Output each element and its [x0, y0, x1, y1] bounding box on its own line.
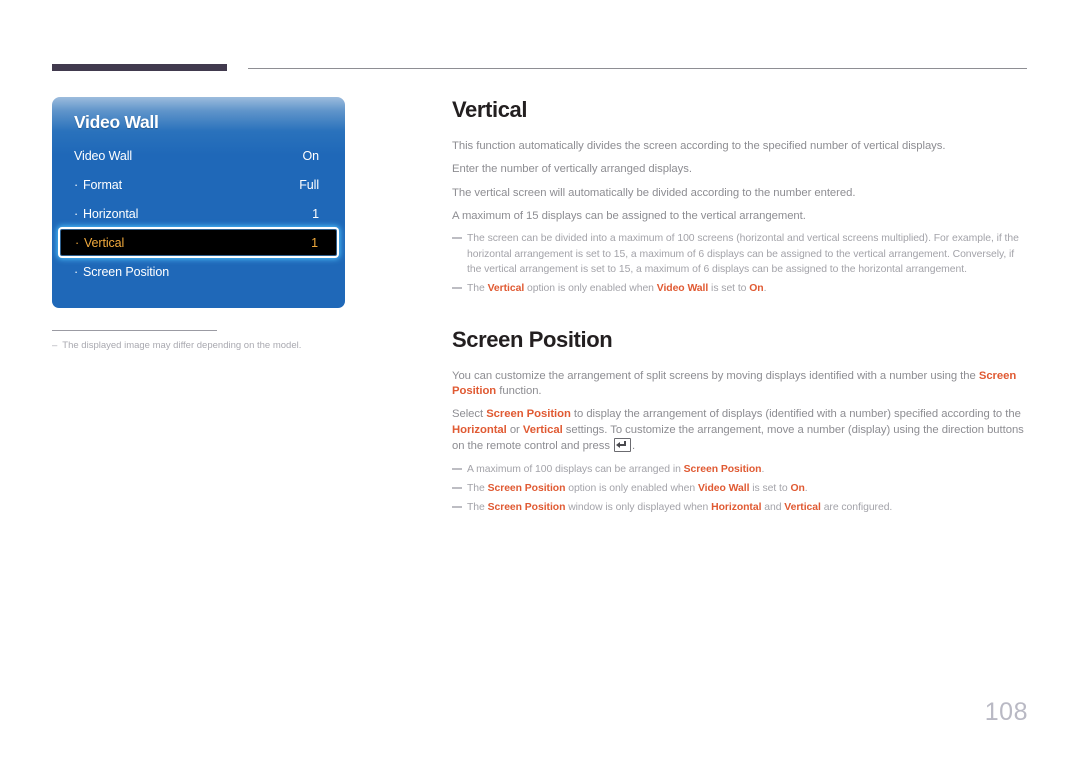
- osd-item-value: 1: [311, 235, 318, 250]
- text-run: option is only enabled when: [565, 482, 698, 494]
- text-run: A maximum of 100 displays can be arrange…: [467, 463, 684, 475]
- text-run: function.: [496, 385, 542, 398]
- accent-term: Vertical: [487, 282, 525, 294]
- osd-item-label: Screen Position: [74, 265, 169, 279]
- vertical-heading: Vertical: [452, 97, 528, 122]
- text-run: The: [467, 482, 488, 494]
- note-dash-icon: [452, 481, 463, 496]
- vertical-paragraph-4: A maximum of 15 displays can be assigned…: [452, 210, 806, 223]
- accent-term: Screen Position: [487, 482, 566, 494]
- osd-menu-list: Video WallOnFormatFullHorizontal1Vertica…: [52, 141, 345, 286]
- osd-item-label: Vertical: [75, 236, 124, 250]
- accent-term: Horizontal: [452, 423, 507, 436]
- osd-menu-item-screen-position[interactable]: Screen Position: [52, 257, 345, 286]
- accent-term: Horizontal: [711, 501, 762, 513]
- osd-item-label: Format: [74, 178, 122, 192]
- osd-item-value: On: [302, 148, 320, 163]
- right-column: Vertical This function automatically div…: [452, 97, 1028, 519]
- text-run: Select: [452, 408, 487, 421]
- note-dash-icon: [452, 462, 463, 477]
- text-run: You can customize the arrangement of spl…: [452, 369, 979, 382]
- vertical-paragraph-2: Enter the number of vertically arranged …: [452, 163, 692, 176]
- text-run: or: [506, 423, 523, 436]
- osd-menu-item-video-wall[interactable]: Video Wall On: [52, 141, 345, 170]
- screen-position-notes-list: A maximum of 100 displays can be arrange…: [452, 462, 1028, 515]
- accent-term: Vertical: [784, 501, 821, 513]
- page-header-rule: [52, 64, 1027, 74]
- screen-position-paragraph-1: You can customize the arrangement of spl…: [452, 369, 1028, 400]
- accent-term: Screen Position: [487, 501, 566, 513]
- text-run: are configured.: [820, 501, 893, 513]
- note-text: The screen can be divided into a maximum…: [467, 231, 1028, 276]
- page-number: 108: [984, 698, 1028, 726]
- left-column: Video Wall Video Wall On Format Full Horizon…: [52, 97, 352, 352]
- note-item: The Vertical option is only enabled when…: [452, 281, 1028, 296]
- note-text: The Screen Position option is only enabl…: [467, 481, 1028, 496]
- osd-menu-item-vertical[interactable]: Vertical 1: [60, 229, 337, 256]
- osd-menu-item-horizontal[interactable]: Horizontal 1: [52, 199, 345, 228]
- text-run: The: [467, 501, 488, 513]
- osd-item-label: Video Wall: [74, 148, 133, 163]
- text-run: option is only enabled when: [524, 282, 657, 294]
- vertical-paragraph-1: This function automatically divides the …: [452, 140, 946, 152]
- header-bar-thick: [52, 64, 227, 71]
- text-run: and: [761, 501, 785, 513]
- note-dash-icon: [452, 231, 463, 276]
- text-run: .: [761, 463, 765, 475]
- accent-term: On: [749, 282, 764, 294]
- enter-key-icon: [614, 438, 632, 453]
- note-dash-icon: [452, 281, 463, 296]
- vertical-notes-list: The screen can be divided into a maximum…: [452, 231, 1028, 295]
- left-note-text: The displayed image may differ depending…: [62, 340, 302, 351]
- note-text: The Screen Position window is only displ…: [467, 500, 1028, 515]
- accent-term: Screen Position: [486, 408, 571, 421]
- screen-position-heading: Screen Position: [452, 326, 613, 352]
- note-text: A maximum of 100 displays can be arrange…: [467, 462, 1028, 477]
- osd-menu-item-format[interactable]: Format Full: [52, 170, 345, 199]
- vertical-paragraph-3: The vertical screen will automatically b…: [452, 186, 856, 199]
- note-dash-icon: [452, 500, 463, 515]
- accent-term: On: [790, 482, 805, 494]
- osd-menu-panel: Video Wall Video Wall On Format Full Horizon…: [52, 97, 345, 308]
- left-note: – The displayed image may differ dependi…: [52, 340, 352, 352]
- note-item: The Screen Position option is only enabl…: [452, 481, 1028, 496]
- text-run: to display the arrangement of displays (…: [570, 408, 1021, 421]
- accent-term: Video Wall: [697, 482, 750, 494]
- accent-term: Screen Position: [683, 463, 762, 475]
- accent-term: Vertical: [522, 423, 563, 436]
- left-note-marker: –: [52, 340, 58, 351]
- text-run: The: [467, 282, 488, 294]
- osd-item-value: 1: [312, 206, 319, 221]
- osd-item-value: Full: [299, 177, 319, 192]
- left-note-divider: [52, 330, 217, 331]
- text-run: window is only displayed when: [565, 501, 712, 513]
- text-run: is set to: [708, 282, 750, 294]
- osd-menu-title: Video Wall: [74, 112, 159, 132]
- text-run: .: [763, 282, 767, 294]
- note-item: The screen can be divided into a maximum…: [452, 231, 1028, 276]
- text-run: The screen can be divided into a maximum…: [467, 233, 1019, 275]
- accent-term: Video Wall: [656, 282, 709, 294]
- osd-item-label: Horizontal: [74, 207, 138, 221]
- text-run: .: [632, 440, 636, 453]
- note-text: The Vertical option is only enabled when…: [467, 281, 1028, 296]
- header-bar-thin: [248, 68, 1027, 69]
- note-item: A maximum of 100 displays can be arrange…: [452, 462, 1028, 477]
- note-item: The Screen Position window is only displ…: [452, 500, 1028, 515]
- text-run: is set to: [749, 482, 791, 494]
- text-run: .: [804, 482, 808, 494]
- screen-position-paragraph-2: Select Screen Position to display the ar…: [452, 407, 1028, 454]
